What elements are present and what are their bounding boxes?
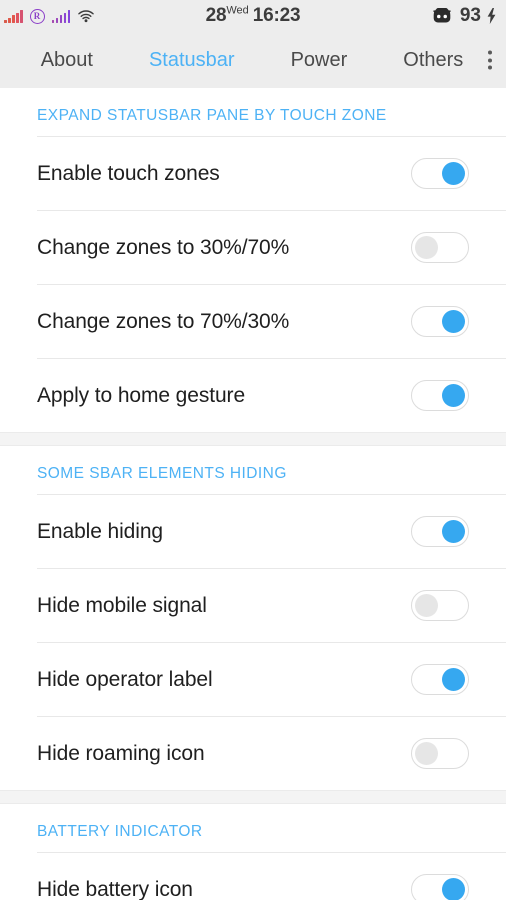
- section-separator: [0, 790, 506, 804]
- tab-bar: About Statusbar Power Others: [0, 32, 506, 88]
- status-bar-date-day: 28: [205, 5, 227, 27]
- section-expand-statusbar-pane: EXPAND STATUSBAR PANE BY TOUCH ZONE Enab…: [0, 88, 506, 432]
- section-header: EXPAND STATUSBAR PANE BY TOUCH ZONE: [37, 107, 387, 124]
- row-apply-to-home-gesture[interactable]: Apply to home gesture: [0, 359, 506, 432]
- row-enable-touch-zones[interactable]: Enable touch zones: [0, 137, 506, 210]
- more-vertical-icon[interactable]: [482, 47, 498, 74]
- toggle-hide-operator-label[interactable]: [411, 664, 469, 695]
- battery-android-icon: [430, 8, 454, 24]
- row-hide-battery-icon[interactable]: Hide battery icon: [0, 853, 506, 900]
- row-label: Change zones to 70%/30%: [37, 309, 290, 333]
- signal-bars-icon: [4, 10, 23, 23]
- wifi-icon: [77, 9, 95, 23]
- section-header: SOME SBAR ELEMENTS HIDING: [37, 465, 287, 482]
- toggle-hide-roaming-icon[interactable]: [411, 738, 469, 769]
- row-label: Hide roaming icon: [37, 741, 205, 765]
- row-label: Enable touch zones: [37, 161, 220, 185]
- toggle-hide-battery-icon[interactable]: [411, 874, 469, 900]
- toggle-change-zones-30-70[interactable]: [411, 232, 469, 263]
- row-enable-hiding[interactable]: Enable hiding: [0, 495, 506, 568]
- tab-about[interactable]: About: [13, 49, 121, 72]
- signal-bars-icon-sim2: [51, 10, 70, 23]
- toggle-change-zones-70-30[interactable]: [411, 306, 469, 337]
- section-separator: [0, 432, 506, 446]
- row-label: Hide battery icon: [37, 877, 193, 900]
- header-band: R 28Wed 16:23 93 About Statusbar Power O…: [0, 0, 506, 88]
- status-bar-weekday: Wed: [226, 4, 249, 17]
- toggle-enable-hiding[interactable]: [411, 516, 469, 547]
- tab-power[interactable]: Power: [263, 49, 376, 72]
- lightning-bolt-icon: [487, 8, 496, 24]
- toggle-hide-mobile-signal[interactable]: [411, 590, 469, 621]
- row-hide-roaming-icon[interactable]: Hide roaming icon: [0, 717, 506, 790]
- row-hide-mobile-signal[interactable]: Hide mobile signal: [0, 569, 506, 642]
- section-battery-indicator: BATTERY INDICATOR Hide battery icon: [0, 804, 506, 900]
- toggle-enable-touch-zones[interactable]: [411, 158, 469, 189]
- section-header: BATTERY INDICATOR: [37, 823, 203, 840]
- status-bar-left-icons: R: [4, 8, 95, 24]
- section-sbar-elements-hiding: SOME SBAR ELEMENTS HIDING Enable hiding …: [0, 446, 506, 790]
- row-change-zones-70-30[interactable]: Change zones to 70%/30%: [0, 285, 506, 358]
- row-label: Enable hiding: [37, 519, 163, 543]
- row-label: Hide operator label: [37, 667, 213, 691]
- tab-others[interactable]: Others: [375, 49, 493, 72]
- roaming-icon: R: [29, 8, 45, 24]
- status-bar-time: 16:23: [252, 5, 301, 27]
- row-label: Apply to home gesture: [37, 383, 246, 407]
- toggle-apply-to-home-gesture[interactable]: [411, 380, 469, 411]
- settings-content: EXPAND STATUSBAR PANE BY TOUCH ZONE Enab…: [0, 88, 506, 900]
- system-status-bar: R 28Wed 16:23 93: [0, 0, 506, 32]
- row-hide-operator-label[interactable]: Hide operator label: [0, 643, 506, 716]
- row-label: Change zones to 30%/70%: [37, 235, 290, 259]
- battery-percent-label: 93: [459, 5, 481, 26]
- tab-statusbar[interactable]: Statusbar: [121, 49, 263, 72]
- row-label: Hide mobile signal: [37, 593, 207, 617]
- row-change-zones-30-70[interactable]: Change zones to 30%/70%: [0, 211, 506, 284]
- status-bar-right-icons: 93: [430, 5, 496, 27]
